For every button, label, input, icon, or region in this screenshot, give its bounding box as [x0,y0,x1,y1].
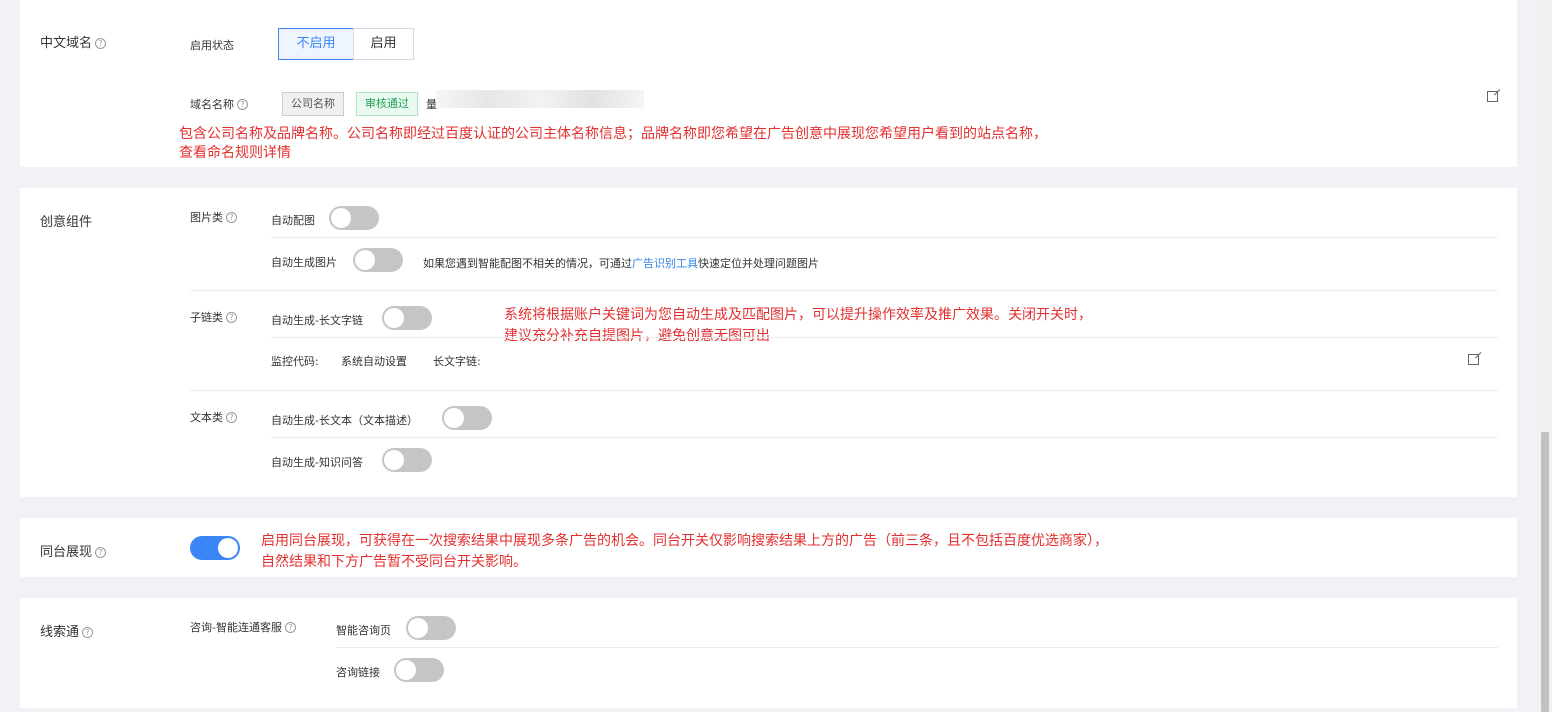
creative-card: 创意组件 图片类? 自动配图 自动生成图片 如果您遇到智能配图不相关的情况，可通… [20,188,1517,497]
help-icon[interactable]: ? [82,627,94,638]
auto-long-text-label: 自动生成-长文本（文本描述） [271,414,418,427]
divider [336,647,1498,648]
help-icon[interactable]: ? [226,312,237,323]
same-stage-section-label: 同台展现? [40,541,107,560]
auto-match-image-toggle[interactable] [329,206,379,230]
leads-section-text: 线索通 [40,625,80,640]
divider [271,237,1498,238]
image-group-label: 图片类? [190,209,237,225]
domain-note-line2: 查看命名规则详情 [179,145,291,161]
text-group-text: 文本类 [190,411,223,424]
image-group-text: 图片类 [190,211,223,224]
enable-button[interactable]: 启用 [353,28,414,60]
leads-section-label: 线索通? [40,621,94,640]
help-icon[interactable]: ? [237,99,248,110]
divider [271,437,1498,438]
divider [190,290,1498,291]
auto-gen-image-label: 自动生成图片 [271,256,337,269]
auto-long-text-toggle[interactable] [442,406,492,430]
ad-recognition-tool-link[interactable]: 广告识别工具 [632,257,698,270]
help-icon[interactable]: ? [95,38,107,49]
edit-icon[interactable] [1487,91,1498,102]
leads-card: 线索通? 咨询-智能连通客服? 智能咨询页 咨询链接 [20,598,1517,708]
scrollbar-thumb[interactable] [1541,432,1549,712]
consult-link-toggle[interactable] [394,658,444,682]
image-hint-prefix: 如果您遇到智能配图不相关的情况，可通过 [423,257,632,270]
long-link-label: 长文字链: [433,355,481,368]
monitor-code-value: 系统自动设置 [341,355,407,368]
consult-link-label: 咨询链接 [336,666,380,679]
monitor-code-label: 监控代码: [271,355,319,368]
blurred-domain-name [436,90,644,108]
help-icon[interactable]: ? [95,547,107,558]
domain-name-label: 域名名称? [190,96,248,112]
auto-long-sublink-label: 自动生成-长文字链 [271,314,363,327]
help-icon[interactable]: ? [284,622,296,633]
domain-name-text: 域名名称 [190,98,234,111]
smart-consult-page-label: 智能咨询页 [336,624,391,637]
consult-group-text: 咨询-智能连通客服 [190,621,282,634]
divider [271,337,1498,338]
domain-note-line1: 包含公司名称及品牌名称。公司名称即经过百度认证的公司主体名称信息；品牌名称即您希… [179,126,1047,142]
divider [190,390,1498,391]
auto-match-image-label: 自动配图 [271,214,315,227]
domain-card: 中文域名? 启用状态 不启用 启用 域名名称? 公司名称 审核通过 量 包含公司… [20,0,1517,167]
sublink-group-text: 子链类 [190,311,223,324]
image-hint-suffix: 快速定位并处理问题图片 [698,257,819,270]
help-icon[interactable]: ? [226,212,237,223]
same-stage-card: 同台展现? 启用同台展现，可获得在一次搜索结果中展现多条广告的机会。同台开关仅影… [20,518,1517,577]
auto-qa-toggle[interactable] [382,448,432,472]
creative-section-label: 创意组件 [40,215,93,230]
auto-long-sublink-toggle[interactable] [382,306,432,330]
help-icon[interactable]: ? [226,412,237,423]
same-stage-note-line1: 启用同台展现，可获得在一次搜索结果中展现多条广告的机会。同台开关仅影响搜索结果上… [261,533,1108,549]
company-name-tag: 公司名称 [282,92,344,116]
auto-gen-image-toggle[interactable] [353,248,403,272]
image-hint: 如果您遇到智能配图不相关的情况，可通过广告识别工具快速定位并处理问题图片 [423,255,819,271]
enable-status-label: 启用状态 [190,39,234,52]
creative-note-line1: 系统将根据账户关键词为您自动生成及匹配图片，可以提升操作效率及推广效果。关闭开关… [504,307,1092,323]
creative-note-line2: 建议充分补充自提图片，避免创意无图可出 [504,328,770,344]
same-stage-section-text: 同台展现 [40,545,93,560]
sublink-group-label: 子链类? [190,309,237,325]
domain-section-label: 中文域名? [40,32,107,51]
audit-status-badge: 审核通过 [356,92,418,116]
domain-section-text: 中文域名 [40,36,93,51]
edit-icon[interactable] [1468,354,1479,365]
scrollbar[interactable] [1538,0,1552,712]
consult-group-label: 咨询-智能连通客服? [190,619,296,635]
smart-consult-page-toggle[interactable] [406,616,456,640]
text-group-label: 文本类? [190,409,237,425]
auto-qa-label: 自动生成-知识问答 [271,456,363,469]
disable-button[interactable]: 不启用 [278,28,354,60]
same-stage-toggle[interactable] [190,536,240,560]
same-stage-note-line2: 自然结果和下方广告暂不受同台开关影响。 [261,554,527,570]
